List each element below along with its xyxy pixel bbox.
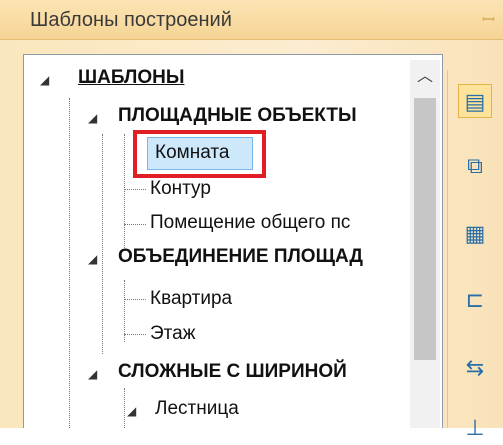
tree-line-h bbox=[124, 189, 146, 190]
pin-icon[interactable]: ꟷ bbox=[482, 8, 495, 30]
tree-group[interactable]: ОБЪЕДИНЕНИЕ ПЛОЩАД bbox=[118, 246, 410, 268]
scroll-up-icon[interactable]: ︿ bbox=[410, 60, 440, 96]
tree-group[interactable]: ПЛОЩАДНЫЕ ОБЪЕКТЫ bbox=[118, 105, 357, 127]
tree-item[interactable]: Помещение общего пс bbox=[150, 212, 410, 234]
template-icon[interactable]: ▤ bbox=[458, 84, 492, 118]
collapse-icon[interactable]: ◢ bbox=[127, 404, 136, 418]
scroll-thumb[interactable] bbox=[414, 98, 436, 360]
arrows-icon[interactable]: ⇆ bbox=[458, 350, 492, 384]
tree-root[interactable]: ШАБЛОНЫ bbox=[78, 67, 184, 89]
grid-icon[interactable]: ▦ bbox=[458, 216, 492, 250]
partial-icon[interactable]: ⊥ bbox=[458, 410, 492, 444]
collapse-icon[interactable]: ◢ bbox=[88, 367, 97, 381]
collapse-icon[interactable]: ◢ bbox=[40, 73, 49, 87]
bracket-icon[interactable]: ⊏ bbox=[458, 282, 492, 316]
panel-titlebar: Шаблоны построений ꟷ bbox=[0, 0, 503, 40]
tree-line-group1 bbox=[102, 134, 103, 354]
side-toolbar: ▤ ⧉ ▦ ⊏ ⇆ ⊥ bbox=[447, 70, 503, 440]
s-shape-icon[interactable]: ⧉ bbox=[458, 148, 492, 182]
tree-item[interactable]: Контур bbox=[150, 178, 211, 200]
tree-line-group3-items bbox=[124, 388, 125, 428]
tree-line-h bbox=[124, 334, 146, 335]
tree-line-group1-items bbox=[124, 134, 125, 250]
panel-title: Шаблоны построений bbox=[30, 9, 232, 31]
selection-outline bbox=[133, 130, 266, 178]
tree-line-group2-items bbox=[124, 280, 125, 342]
tree-line-h bbox=[124, 299, 146, 300]
tree-item[interactable]: Этаж bbox=[150, 323, 195, 345]
tree-line-root bbox=[69, 98, 70, 428]
tree-group[interactable]: СЛОЖНЫЕ С ШИРИНОЙ bbox=[118, 361, 347, 383]
collapse-icon[interactable]: ◢ bbox=[88, 252, 97, 266]
collapse-icon[interactable]: ◢ bbox=[88, 111, 97, 125]
tree-item[interactable]: Квартира bbox=[150, 288, 232, 310]
vertical-scrollbar[interactable]: ︿ bbox=[410, 60, 440, 428]
tree-line-h bbox=[124, 224, 146, 225]
tree-item[interactable]: Лестница bbox=[155, 398, 239, 420]
